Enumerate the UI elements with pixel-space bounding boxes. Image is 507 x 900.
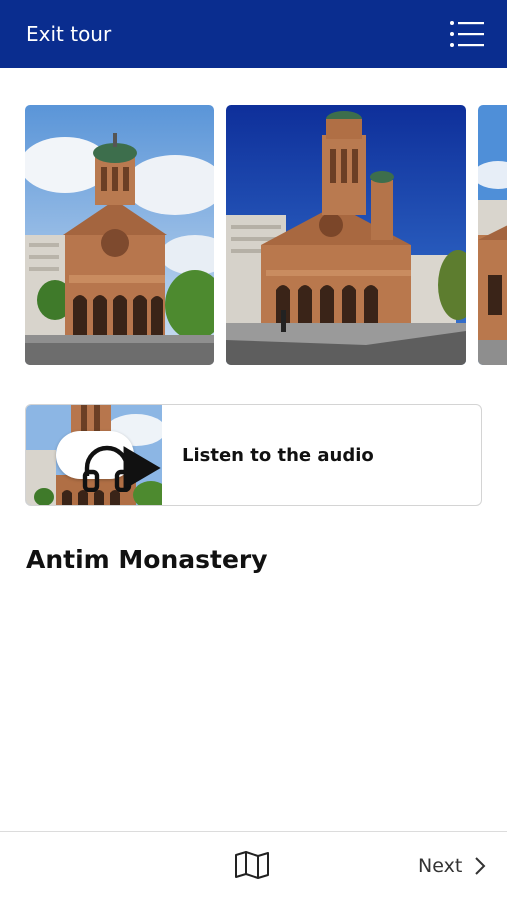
audio-player-card[interactable]: Listen to the audio — [25, 404, 482, 506]
audio-thumbnail — [26, 405, 162, 505]
exit-tour-button[interactable]: Exit tour — [26, 22, 111, 46]
audio-label: Listen to the audio — [182, 445, 374, 466]
chevron-right-icon — [475, 856, 486, 875]
gallery-photo[interactable] — [478, 105, 507, 365]
bottom-navigation-bar: Next — [0, 831, 507, 900]
gallery-photo[interactable] — [226, 105, 466, 365]
next-label: Next — [418, 854, 463, 877]
gallery-photo[interactable] — [25, 105, 214, 365]
next-button[interactable]: Next — [418, 854, 486, 878]
photo-gallery[interactable] — [0, 105, 507, 367]
top-app-bar: Exit tour — [0, 0, 507, 68]
page-title: Antim Monastery — [26, 545, 268, 574]
map-icon[interactable] — [234, 850, 270, 880]
audio-play-control[interactable] — [56, 431, 161, 492]
list-menu-icon[interactable] — [446, 18, 486, 50]
play-icon — [123, 446, 161, 490]
